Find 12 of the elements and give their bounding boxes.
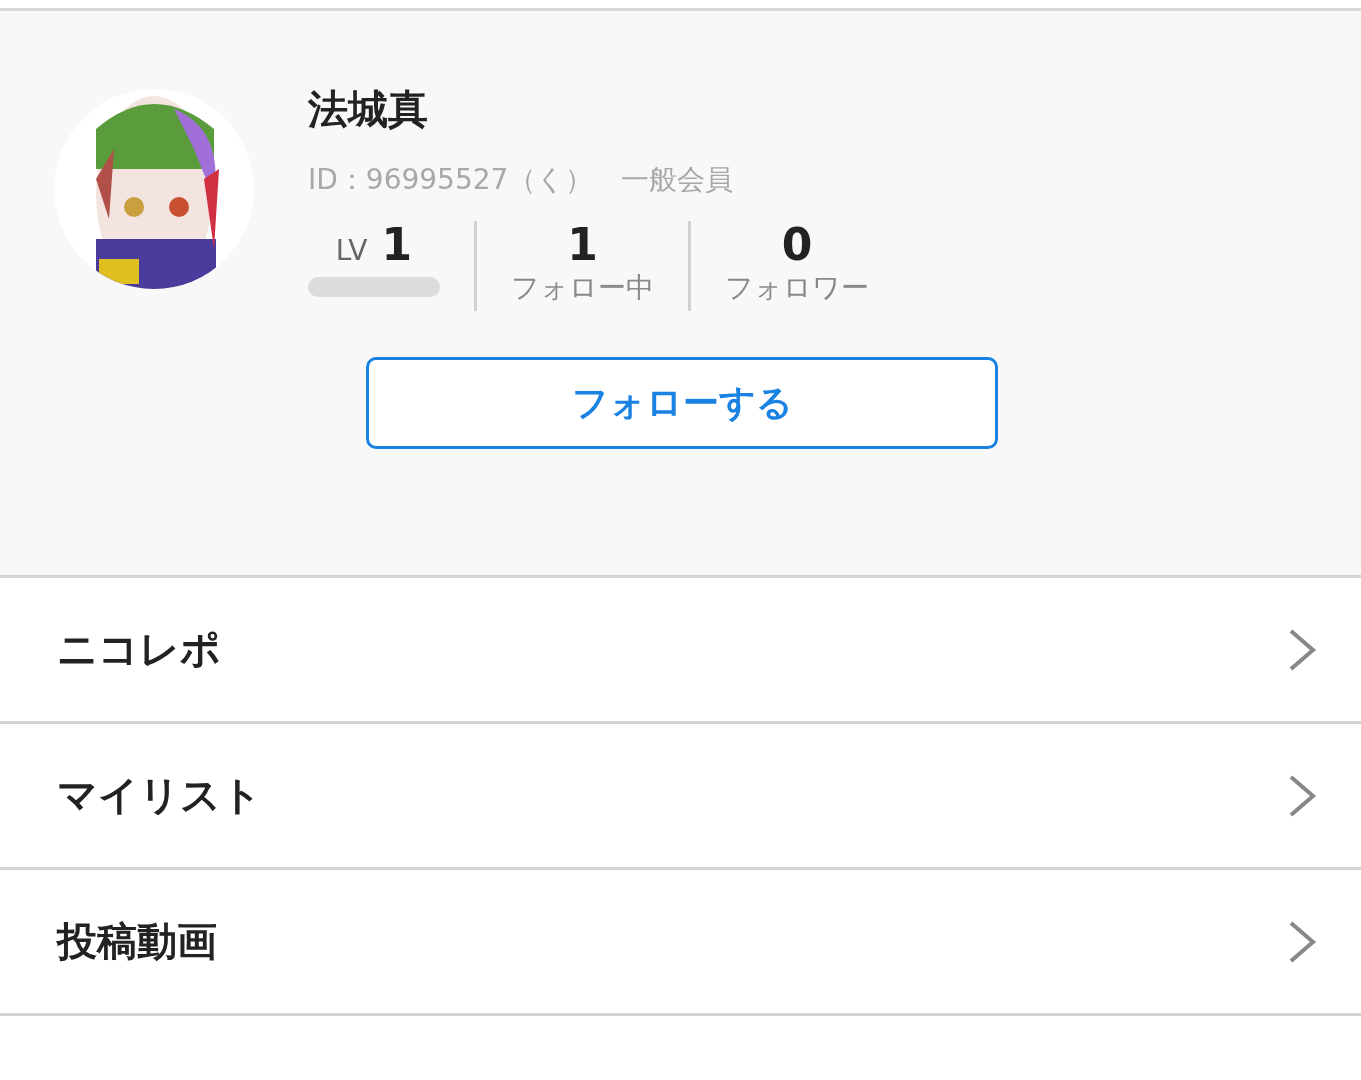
stat-count: 1 [567,221,598,270]
stat-label: フォロワー [725,270,869,307]
menu-item[interactable]: マイリスト [0,724,1361,870]
level-label: LV [335,234,368,267]
stat-count: 0 [781,221,813,270]
follow-button[interactable]: フォローする [366,357,998,449]
menu-item[interactable]: ニコレポ [0,578,1361,724]
stat-label: フォロー中 [511,270,654,307]
level-value: 1 [381,221,413,270]
user-name: 法城真 [308,89,429,129]
menu-item[interactable]: 投稿動画 [0,870,1361,1016]
user-id: ID：96995527（く） 一般会員 [308,162,735,198]
